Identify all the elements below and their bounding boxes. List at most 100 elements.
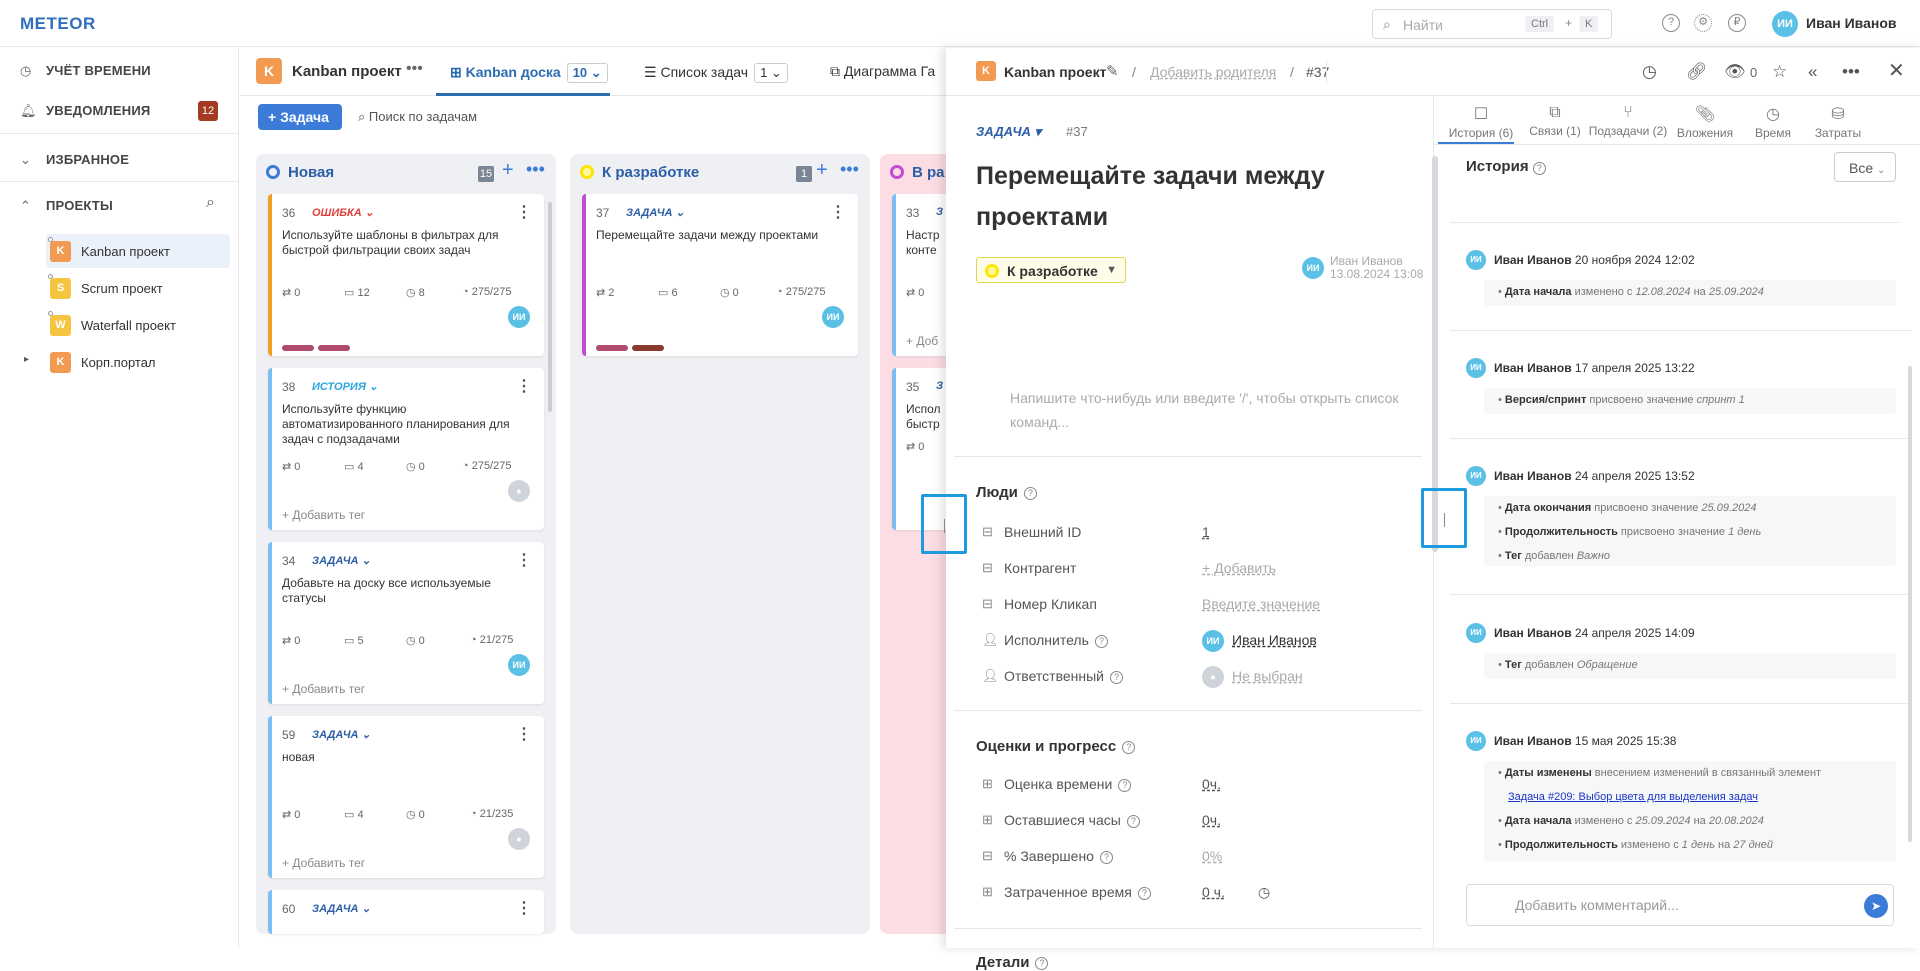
sidebar-project-portal[interactable]: K Корп.портал (46, 345, 230, 379)
history-icon[interactable]: ◷ (1642, 62, 1657, 82)
help-icon[interactable]: ? (1035, 957, 1049, 970)
tab-links[interactable]: ⧉ Связи (1) (1522, 104, 1588, 138)
avatar[interactable]: ИИ (508, 306, 530, 328)
linked-task-link[interactable]: Задача #209: Выбор цвета для выделения з… (1508, 791, 1758, 803)
card-menu-icon[interactable]: ⋮ (516, 724, 532, 744)
sidebar-item-projects[interactable]: ⌃ Проекты (20, 198, 113, 214)
task-type[interactable]: З (936, 206, 943, 218)
more-icon[interactable]: ••• (406, 60, 423, 78)
add-task-button[interactable]: + Задача (258, 104, 342, 130)
user-name[interactable]: Иван Иванов (1806, 15, 1897, 31)
more-icon[interactable]: ••• (1842, 62, 1860, 82)
author-avatar[interactable]: ИИ (1302, 257, 1324, 279)
star-icon[interactable]: ☆ (1772, 62, 1787, 82)
description-editor[interactable]: Напишите что-нибудь или введите '/', что… (1010, 386, 1410, 434)
help-icon[interactable]: ? (1532, 162, 1546, 175)
task-type[interactable]: История ⌄ (312, 380, 378, 393)
add-tag-button[interactable]: + Добавить тег (282, 508, 365, 522)
task-type[interactable]: Задача ⌄ (312, 554, 371, 567)
sidebar-item-favorites[interactable]: ⌄ Избранное (20, 152, 129, 168)
tab-attachments[interactable]: 📎︎ Вложения (1672, 104, 1738, 140)
help-icon[interactable]: ? (1109, 671, 1123, 684)
task-title[interactable]: Перемещайте задачи между проектами (976, 156, 1396, 238)
eye-icon[interactable]: 👁︎ (1724, 62, 1746, 82)
more-icon[interactable]: ••• (840, 159, 859, 180)
tab-time[interactable]: ◷ Время (1744, 104, 1802, 140)
send-icon[interactable]: ➤ (1864, 894, 1888, 918)
help-icon[interactable]: ? (1126, 815, 1140, 828)
avatar[interactable]: ● (508, 480, 530, 502)
help-icon[interactable]: ? (1122, 741, 1136, 754)
task-type[interactable]: З (936, 380, 943, 392)
caret-right-icon[interactable]: ▸ (24, 354, 29, 365)
column-scrollbar[interactable] (548, 202, 552, 412)
resize-handle-right[interactable] (1421, 488, 1467, 548)
help-icon[interactable]: ? (1662, 14, 1680, 32)
tab-count[interactable]: 10 ⌄ (566, 63, 608, 83)
sidebar-project-scrum[interactable]: S Scrum проект (46, 271, 230, 305)
link-icon[interactable]: 🔗︎ (1686, 62, 1708, 82)
comment-input[interactable]: Добавить комментарий... (1466, 884, 1894, 926)
tab-kanban-board[interactable]: ⊞ Kanban доска 10 ⌄ (450, 63, 608, 83)
avatar[interactable]: ИИ (822, 306, 844, 328)
global-search-input[interactable]: ⌕ Найти Ctrl + K (1372, 9, 1612, 39)
field-icon: ⊟ (982, 560, 993, 575)
avatar[interactable]: ● (508, 828, 530, 850)
card-menu-icon[interactable]: ⋮ (830, 202, 846, 222)
add-card-icon[interactable]: + (816, 159, 828, 182)
sidebar-item-time[interactable]: ◷ Учёт времени (20, 63, 151, 79)
tab-history[interactable]: ☐ История (6) (1444, 104, 1518, 140)
gear-icon[interactable]: ⚙ (1694, 14, 1712, 32)
card-menu-icon[interactable]: ⋮ (516, 898, 532, 918)
tab-task-list[interactable]: ☰ Список задач 1 ⌄ (644, 63, 788, 83)
add-parent-link[interactable]: Добавить родителя (1150, 64, 1276, 80)
edit-icon[interactable]: ✎ (1106, 62, 1119, 80)
more-icon[interactable]: ••• (526, 159, 545, 180)
search-icon[interactable]: ⌕ (206, 194, 215, 212)
task-search-input[interactable]: ⌕ Поиск по задачам (358, 109, 477, 125)
clock-icon[interactable]: ◷ (1258, 884, 1270, 901)
ruble-icon[interactable]: ₽ (1728, 14, 1746, 32)
avatar[interactable]: ИИ (508, 654, 530, 676)
status-select[interactable]: К разработке ▼ (976, 257, 1126, 283)
help-icon[interactable]: ? (1094, 635, 1108, 648)
resize-handle-left[interactable] (921, 494, 967, 554)
task-type[interactable]: Задача ⌄ (312, 902, 371, 915)
project-title[interactable]: Kanban проект (292, 63, 402, 80)
add-tag-button[interactable]: + Доб (906, 334, 938, 348)
add-card-icon[interactable]: + (502, 159, 514, 182)
close-icon[interactable]: ✕ (1888, 58, 1905, 83)
collapse-icon[interactable]: « (1808, 62, 1817, 82)
add-tag-button[interactable]: + Добавить тег (282, 682, 365, 696)
breadcrumb-project[interactable]: Kanban проект (1004, 64, 1106, 80)
tab-count[interactable]: 1 ⌄ (754, 63, 788, 83)
task-card[interactable]: 60 Задача ⌄ ⋮ (268, 890, 544, 934)
tab-costs[interactable]: ⛁ Затраты (1806, 104, 1870, 140)
task-card[interactable]: 37 Задача ⌄ ⋮ Перемещайте задачи между п… (582, 194, 858, 356)
add-tag-button[interactable]: + Добавить тег (282, 856, 365, 870)
help-icon[interactable]: ? (1023, 487, 1037, 500)
task-type[interactable]: Задача ⌄ (312, 728, 371, 741)
tab-gantt[interactable]: ⧉ Диаграмма Га (830, 63, 935, 80)
task-card[interactable]: 59 Задача ⌄ ⋮ новая ⇄ 0 ▭ 4 ◷ 0 ◔ 21/235… (268, 716, 544, 878)
sidebar-item-notifications[interactable]: 🔔︎ Уведомления (20, 103, 150, 119)
app-logo[interactable]: METEOR (20, 14, 96, 34)
help-icon[interactable]: ? (1118, 779, 1132, 792)
history-scrollbar[interactable] (1908, 366, 1912, 842)
card-menu-icon[interactable]: ⋮ (516, 550, 532, 570)
task-card[interactable]: 36 Ошибка ⌄ ⋮ Используйте шаблоны в филь… (268, 194, 544, 356)
task-type-select[interactable]: Задача ▾ (976, 124, 1041, 140)
sidebar-project-kanban[interactable]: K Kanban проект (46, 234, 230, 268)
task-card[interactable]: 34 Задача ⌄ ⋮ Добавьте на доску все испо… (268, 542, 544, 704)
help-icon[interactable]: ? (1099, 851, 1113, 864)
task-type[interactable]: Задача ⌄ (626, 206, 685, 219)
sidebar-project-waterfall[interactable]: W Waterfall проект (46, 308, 230, 342)
card-menu-icon[interactable]: ⋮ (516, 202, 532, 222)
task-type[interactable]: Ошибка ⌄ (312, 206, 374, 219)
user-avatar[interactable]: ИИ (1772, 11, 1798, 37)
help-icon[interactable]: ? (1137, 887, 1151, 900)
task-card[interactable]: 38 История ⌄ ⋮ Используйте функцию автом… (268, 368, 544, 530)
history-filter-select[interactable]: Все ⌄ (1834, 152, 1896, 182)
tab-subtasks[interactable]: ⑂ Подзадачи (2) (1586, 104, 1670, 138)
card-menu-icon[interactable]: ⋮ (516, 376, 532, 396)
